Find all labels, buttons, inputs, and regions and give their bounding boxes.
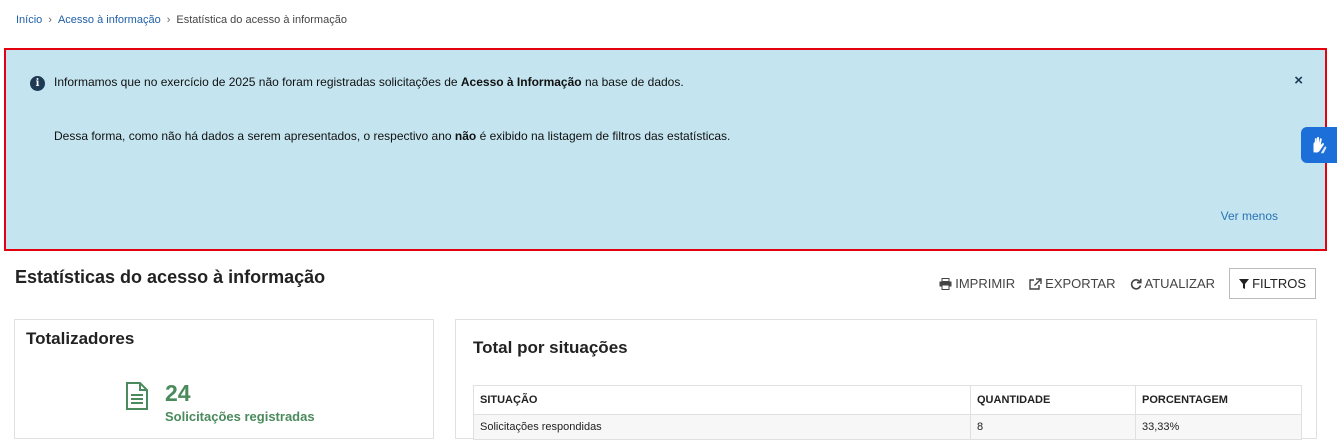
print-label: IMPRIMIR	[955, 276, 1016, 291]
info-alert: i Informamos que no exercício de 2025 nã…	[4, 48, 1327, 251]
page-title: Estatísticas do acesso à informação	[15, 267, 326, 287]
total-label: Solicitações registradas	[165, 409, 315, 424]
export-icon	[1029, 277, 1042, 290]
totalizadores-title: Totalizadores	[26, 329, 135, 348]
chevron-right-icon: ›	[166, 14, 171, 26]
situacoes-card: Total por situações SITUAÇÃO QUANTIDADE …	[455, 319, 1317, 440]
alert-message-line1: Informamos que no exercício de 2025 não …	[54, 75, 684, 89]
refresh-button[interactable]: ATUALIZAR	[1130, 276, 1216, 291]
alert-text: Informamos que no exercício de 2025 não …	[54, 75, 461, 89]
refresh-label: ATUALIZAR	[1144, 276, 1216, 291]
refresh-icon	[1130, 278, 1142, 290]
info-icon: i	[30, 76, 45, 91]
alert-text: Dessa forma, como não há dados a serem a…	[54, 129, 455, 143]
export-button[interactable]: EXPORTAR	[1029, 276, 1116, 291]
table-cell: 33,33%	[1135, 414, 1302, 440]
alert-text-bold: não	[454, 129, 477, 143]
alert-message-line2: Dessa forma, como não há dados a serem a…	[54, 129, 730, 143]
table-cell: Solicitações respondidas	[473, 414, 971, 440]
breadcrumb: Início › Acesso à informação › Estatísti…	[16, 14, 347, 26]
breadcrumb-current: Estatística do acesso à informação	[176, 14, 347, 26]
column-header: PORCENTAGEM	[1135, 385, 1302, 415]
alert-text-bold: Acesso à Informação	[460, 75, 582, 89]
alert-text: na base de dados.	[581, 75, 684, 89]
ver-menos-link[interactable]: Ver menos	[1221, 209, 1278, 223]
sign-language-icon[interactable]	[1301, 127, 1337, 163]
alert-text: é exibido na listagem de filtros das est…	[476, 129, 731, 143]
filters-button[interactable]: FILTROS	[1229, 268, 1316, 299]
column-header: SITUAÇÃO	[473, 385, 971, 415]
situacoes-table: SITUAÇÃO QUANTIDADE PORCENTAGEM Solicita…	[473, 385, 1302, 440]
situacoes-title: Total por situações	[473, 338, 628, 357]
hands-icon	[1313, 136, 1327, 154]
totalizadores-card: Totalizadores 24 Solicitações registrada…	[14, 319, 434, 439]
table-row: Solicitações respondidas 8 33,33%	[473, 414, 1302, 440]
column-header: QUANTIDADE	[970, 385, 1136, 415]
export-label: EXPORTAR	[1045, 276, 1116, 291]
close-icon[interactable]: ×	[1294, 72, 1303, 89]
print-button[interactable]: IMPRIMIR	[939, 276, 1015, 291]
toolbar: IMPRIMIR EXPORTAR ATUALIZAR FILTROS	[939, 268, 1316, 299]
breadcrumb-home-link[interactable]: Início	[16, 14, 42, 26]
document-icon	[126, 382, 148, 410]
filters-label: FILTROS	[1252, 276, 1306, 291]
filter-icon	[1239, 278, 1250, 289]
solicitacoes-registradas-stat: 24 Solicitações registradas	[125, 382, 315, 424]
breadcrumb-section-link[interactable]: Acesso à informação	[58, 14, 161, 26]
print-icon	[939, 277, 952, 290]
table-cell: 8	[970, 414, 1136, 440]
table-header-row: SITUAÇÃO QUANTIDADE PORCENTAGEM	[473, 385, 1302, 415]
total-count: 24	[165, 380, 191, 406]
chevron-right-icon: ›	[48, 14, 52, 26]
